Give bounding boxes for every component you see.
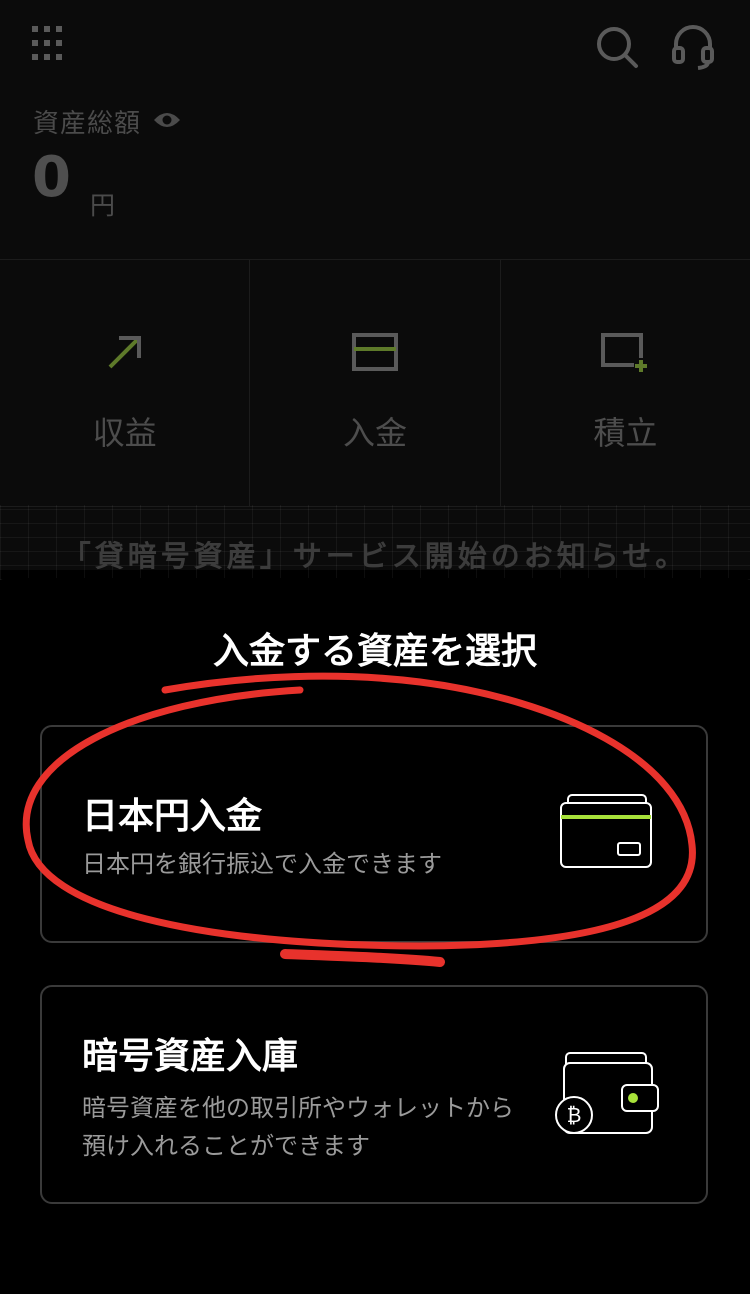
- action-profit-label: 収益: [92, 414, 157, 452]
- card-icon: [351, 333, 398, 371]
- bitcoin-wallet-icon: ₿: [555, 1052, 659, 1134]
- crypto-deposit-option[interactable]: 暗号資産入庫 暗号資産を他の取引所やウォレットから預け入れることができます ₿: [40, 985, 708, 1204]
- square-plus-icon: [601, 333, 649, 372]
- asset-total-unit: 円: [90, 191, 116, 220]
- crypto-deposit-description: 暗号資産を他の取引所やウォレットから預け入れることができます: [82, 1094, 514, 1160]
- asset-total-label: 資産総額: [33, 109, 142, 139]
- action-accumulate[interactable]: 積立: [501, 260, 750, 506]
- jpy-deposit-description: 日本円を銀行振込で入金できます: [82, 850, 442, 878]
- sheet-title: 入金する資産を選択: [212, 631, 537, 672]
- action-deposit-label: 入金: [342, 414, 407, 452]
- search-icon[interactable]: [594, 24, 640, 70]
- quick-actions: 収益 入金 積立: [0, 259, 750, 507]
- grid-apps-icon[interactable]: [32, 26, 68, 62]
- action-accumulate-label: 積立: [593, 414, 658, 452]
- headset-icon[interactable]: [670, 24, 716, 70]
- crypto-deposit-title: 暗号資産入庫: [82, 1036, 299, 1077]
- notice-text: 「貸暗号資産」サービス開始のお知らせ。: [61, 539, 689, 573]
- jpy-deposit-option[interactable]: 日本円入金 日本円を銀行振込で入金できます: [40, 725, 708, 943]
- action-deposit[interactable]: 入金: [250, 260, 501, 506]
- card-icon: [560, 794, 652, 868]
- eye-icon[interactable]: [153, 110, 181, 130]
- home-screen-background: 資産総額 0 円 収益 入金 積立 「貸暗号資産」サービス開始のお知らせ。: [0, 0, 750, 580]
- action-profit[interactable]: 収益: [0, 260, 251, 506]
- deposit-asset-sheet: 入金する資産を選択 日本円入金 日本円を銀行振込で入金できます 暗号資産入庫 暗…: [0, 578, 750, 1294]
- svg-text:₿: ₿: [567, 1103, 582, 1127]
- jpy-deposit-title: 日本円入金: [82, 796, 263, 837]
- asset-total-value: 0: [32, 145, 71, 210]
- arrow-up-right-icon: [108, 336, 141, 369]
